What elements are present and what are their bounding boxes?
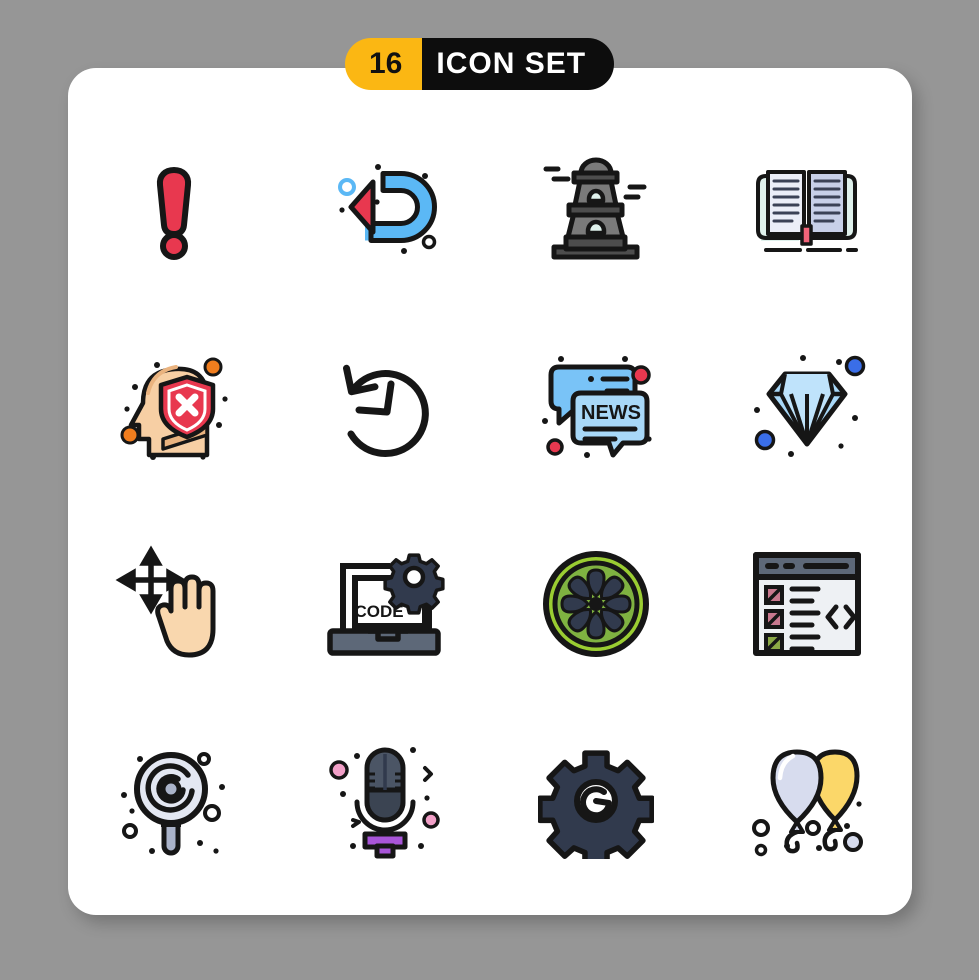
diamond-icon	[753, 355, 865, 458]
code-browser-icon	[752, 551, 861, 656]
gear-settings-icon	[537, 750, 654, 860]
microphone-icon	[328, 747, 440, 859]
news-chat-icon: NEWS	[541, 355, 652, 458]
icon-cell-u-turn-arrow[interactable]	[279, 110, 490, 308]
icon-cell-gear-settings[interactable]	[490, 703, 701, 901]
u-turn-arrow-icon	[337, 163, 437, 254]
lime-slice-icon	[542, 550, 649, 657]
icon-cell-head-shield-block[interactable]	[68, 308, 279, 506]
news-bubble-label: NEWS	[581, 402, 641, 424]
icon-cell-balloons[interactable]	[701, 703, 912, 901]
exclamation-mark-icon	[156, 166, 191, 260]
icon-cell-lighthouse[interactable]	[490, 110, 701, 308]
icon-cell-code-browser[interactable]	[701, 505, 912, 703]
head-shield-block-icon	[120, 357, 228, 461]
header-pill: 16 ICON SET	[345, 38, 615, 90]
icon-cell-microphone[interactable]	[279, 703, 490, 901]
icon-cell-lime-slice[interactable]	[490, 505, 701, 703]
lollipop-magnifier-icon	[120, 752, 225, 856]
page-root: 16 ICON SET NEWS CODE	[0, 0, 979, 980]
laptop-code-gear-icon: CODE	[327, 553, 445, 656]
icon-cell-lollipop-magnifier[interactable]	[68, 703, 279, 901]
icon-cell-clock-history[interactable]	[279, 308, 490, 506]
icon-count-badge: 16	[345, 38, 423, 90]
page-title: ICON SET	[422, 38, 615, 90]
clock-history-icon	[342, 365, 429, 458]
lighthouse-icon	[543, 157, 647, 260]
drag-hand-gesture-icon	[115, 545, 215, 658]
open-book-icon	[756, 169, 858, 252]
icon-cell-open-book[interactable]	[701, 110, 912, 308]
icon-cell-drag-hand-gesture[interactable]	[68, 505, 279, 703]
icon-cell-news-chat[interactable]: NEWS	[490, 308, 701, 506]
icon-cell-diamond[interactable]	[701, 308, 912, 506]
icon-cell-exclamation-mark[interactable]	[68, 110, 279, 308]
balloons-icon	[751, 749, 863, 857]
icon-cell-laptop-code-gear[interactable]: CODE	[279, 505, 490, 703]
icon-grid: NEWS CODE	[68, 110, 912, 900]
